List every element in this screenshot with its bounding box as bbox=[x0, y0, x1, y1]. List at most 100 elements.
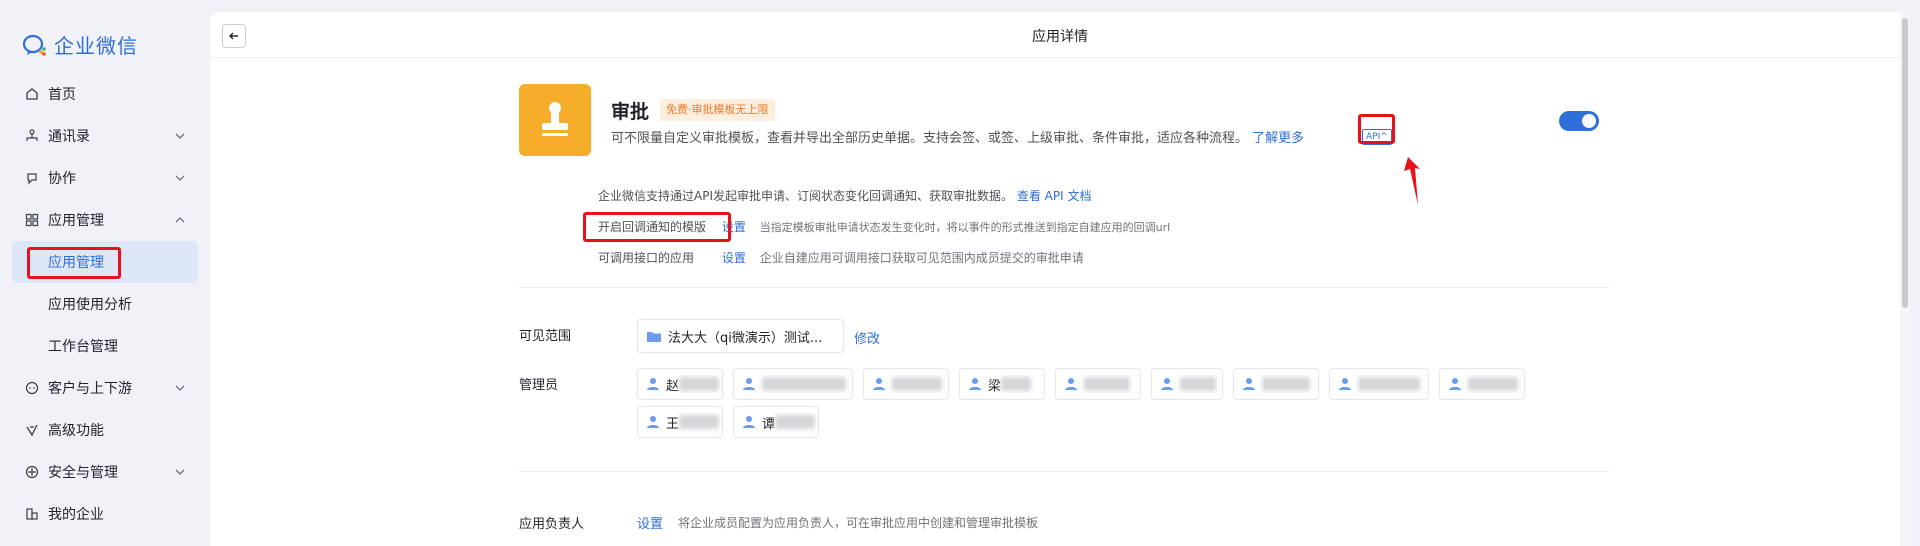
admin-chip[interactable] bbox=[1329, 368, 1429, 400]
callback-set-link[interactable]: 设置 bbox=[722, 220, 746, 234]
sidebar-nav: 首页 通讯录 协作 应用管理 应用管理 应用使用分析 工作台管理 客户与上下游 … bbox=[12, 73, 198, 535]
callable-label: 可调用接口的应用 bbox=[598, 251, 695, 265]
admin-chip[interactable] bbox=[733, 368, 853, 400]
visibility-label: 可见范围 bbox=[519, 329, 572, 344]
scrollbar-thumb[interactable] bbox=[1902, 18, 1908, 308]
person-icon bbox=[1161, 378, 1173, 390]
visibility-scope-chip[interactable]: 法大大（qi微演示）测试... bbox=[637, 319, 844, 353]
admin-chip[interactable]: 王 bbox=[637, 406, 723, 438]
admin-chip[interactable] bbox=[1233, 368, 1319, 400]
admin-chip[interactable] bbox=[1055, 368, 1141, 400]
admin-chip[interactable] bbox=[1439, 368, 1525, 400]
api-intro-text: 企业微信支持通过API发起审批申请、订阅状态变化回调通知、获取审批数据。 bbox=[598, 189, 1013, 203]
callback-setting-row: 开启回调通知的模版 设置 当指定模板审批申请状态发生变化时，将以事件的形式推送到… bbox=[598, 218, 1170, 235]
brand-name: 企业微信 bbox=[54, 34, 138, 58]
sidebar-subitem-app-management[interactable]: 应用管理 bbox=[12, 241, 198, 283]
sidebar-item-customers[interactable]: 客户与上下游 bbox=[12, 367, 198, 409]
person-icon bbox=[873, 378, 885, 390]
callable-hint: 企业自建应用可调用接口获取可见范围内成员提交的审批申请 bbox=[759, 251, 1084, 265]
wecom-logo-icon bbox=[22, 34, 46, 56]
chat-icon bbox=[24, 380, 40, 396]
collab-icon bbox=[24, 170, 40, 186]
grid-icon bbox=[24, 212, 40, 228]
sidebar-subitem-workbench[interactable]: 工作台管理 bbox=[12, 325, 198, 367]
admin-name: 王 bbox=[666, 416, 680, 432]
org-chart-icon bbox=[24, 128, 40, 144]
sidebar-item-label: 首页 bbox=[48, 87, 76, 103]
redacted-name bbox=[1084, 377, 1130, 391]
sidebar-item-label: 客户与上下游 bbox=[48, 381, 132, 397]
redacted-name bbox=[679, 415, 720, 429]
sidebar-item-contacts[interactable]: 通讯录 bbox=[12, 115, 198, 157]
admin-chip[interactable]: 梁 bbox=[959, 368, 1045, 400]
brand[interactable]: 企业微信 bbox=[22, 30, 138, 59]
home-icon bbox=[24, 86, 40, 102]
toggle-knob bbox=[1582, 114, 1596, 128]
sidebar-item-label: 我的企业 bbox=[48, 507, 104, 523]
redacted-name bbox=[679, 377, 720, 391]
api-doc-link[interactable]: 查看 API 文档 bbox=[1017, 189, 1092, 203]
redacted-name bbox=[775, 415, 816, 429]
redacted-name bbox=[1180, 377, 1216, 391]
app-badge: 免费·审批模板无上限 bbox=[660, 99, 775, 121]
redacted-name bbox=[1468, 377, 1518, 391]
sidebar-subitem-usage-analysis[interactable]: 应用使用分析 bbox=[12, 283, 198, 325]
person-icon bbox=[743, 416, 755, 428]
admin-chip[interactable]: 赵 bbox=[637, 368, 723, 400]
learn-more-link[interactable]: 了解更多 bbox=[1252, 131, 1304, 146]
person-icon bbox=[969, 378, 981, 390]
person-icon bbox=[1243, 378, 1255, 390]
building-icon bbox=[24, 506, 40, 522]
sidebar-item-label: 协作 bbox=[48, 171, 76, 187]
sidebar-item-my-company[interactable]: 我的企业 bbox=[12, 493, 198, 535]
top-bar: 应用详情 bbox=[210, 12, 1910, 58]
sidebar-item-advanced[interactable]: 高级功能 bbox=[12, 409, 198, 451]
divider bbox=[519, 287, 1609, 288]
modify-visibility-link[interactable]: 修改 bbox=[854, 328, 880, 347]
sidebar-item-collab[interactable]: 协作 bbox=[12, 157, 198, 199]
callback-hint: 当指定模板审批申请状态发生变化时，将以事件的形式推送到指定自建应用的回调url bbox=[759, 221, 1171, 234]
app-description: 可不限量自定义审批模板，查看并导出全部历史单据。支持会签、或签、上级审批、条件审… bbox=[611, 127, 1304, 146]
chevron-down-icon bbox=[175, 133, 185, 139]
vertical-scrollbar[interactable] bbox=[1900, 12, 1910, 546]
sidebar-item-label: 安全与管理 bbox=[48, 465, 118, 481]
approval-app-icon bbox=[519, 84, 591, 156]
app-name: 审批 bbox=[611, 101, 650, 123]
api-intro-line: 企业微信支持通过API发起审批申请、订阅状态变化回调通知、获取审批数据。 查看 … bbox=[598, 187, 1091, 204]
sidebar-item-label: 通讯录 bbox=[48, 129, 90, 145]
person-icon bbox=[1065, 378, 1077, 390]
owner-hint: 将企业成员配置为应用负责人，可在审批应用中创建和管理审批模板 bbox=[678, 516, 1039, 530]
shield-icon bbox=[24, 464, 40, 480]
person-icon bbox=[1449, 378, 1461, 390]
sidebar-item-home[interactable]: 首页 bbox=[12, 73, 198, 115]
owner-label: 应用负责人 bbox=[519, 517, 585, 532]
person-icon bbox=[647, 416, 659, 428]
api-toggle-button[interactable]: API^ bbox=[1362, 129, 1392, 145]
sidebar-item-label: 工作台管理 bbox=[48, 339, 118, 355]
callback-label: 开启回调通知的模版 bbox=[598, 220, 707, 234]
owner-set-link[interactable]: 设置 bbox=[637, 513, 663, 532]
sidebar-item-app-management[interactable]: 应用管理 bbox=[12, 199, 198, 241]
app-enabled-toggle[interactable] bbox=[1559, 111, 1599, 131]
redacted-name bbox=[762, 377, 846, 391]
admin-chip[interactable]: 谭 bbox=[733, 406, 819, 438]
admin-name: 赵 bbox=[666, 378, 680, 394]
chevron-down-icon bbox=[175, 385, 185, 391]
sidebar-item-label: 高级功能 bbox=[48, 423, 104, 439]
admin-chip[interactable] bbox=[863, 368, 949, 400]
chevron-down-icon bbox=[175, 469, 185, 475]
callable-set-link[interactable]: 设置 bbox=[722, 251, 746, 265]
red-arrow-annotation-icon bbox=[1404, 157, 1420, 205]
star-icon bbox=[24, 422, 40, 438]
redacted-name bbox=[1358, 377, 1420, 391]
sidebar-item-label: 应用使用分析 bbox=[48, 297, 132, 313]
person-icon bbox=[647, 378, 659, 390]
admin-name: 梁 bbox=[988, 378, 1002, 394]
redacted-name bbox=[1001, 377, 1032, 391]
admin-name: 谭 bbox=[762, 416, 776, 432]
sidebar-item-security[interactable]: 安全与管理 bbox=[12, 451, 198, 493]
folder-icon bbox=[647, 331, 661, 342]
person-icon bbox=[1339, 378, 1351, 390]
visibility-scope-text: 法大大（qi微演示）测试... bbox=[668, 330, 823, 346]
admin-chip[interactable] bbox=[1151, 368, 1223, 400]
